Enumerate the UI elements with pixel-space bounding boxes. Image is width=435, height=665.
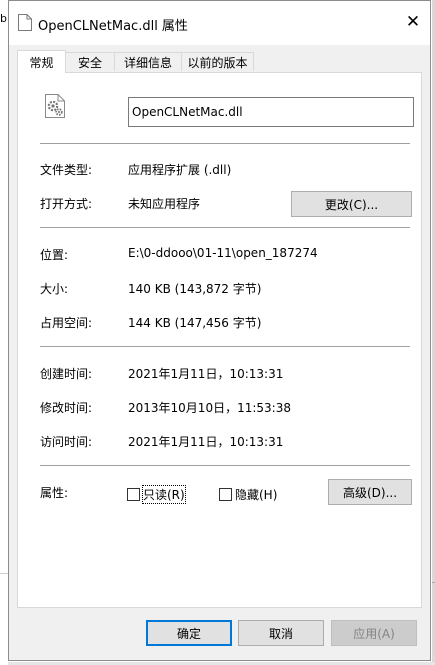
window-title: OpenCLNetMac.dll 属性 bbox=[38, 19, 188, 34]
size-label: 大小: bbox=[40, 282, 69, 296]
tab-security[interactable]: 安全 bbox=[65, 52, 115, 71]
attributes-label: 属性: bbox=[40, 486, 69, 500]
properties-dialog: OpenCLNetMac.dll 属性 ✕ 常规 安全 详细信息 以前的版本 O… bbox=[8, 0, 431, 661]
file-type-value: 应用程序扩展 (.dll) bbox=[128, 163, 232, 177]
size-value: 140 KB (143,872 字节) bbox=[128, 282, 262, 296]
file-name-input[interactable] bbox=[128, 97, 414, 127]
apply-button[interactable]: 应用(A) bbox=[331, 620, 417, 646]
general-tab-panel: 文件类型: 应用程序扩展 (.dll) 打开方式: 未知应用程序 更改(C)..… bbox=[17, 72, 422, 608]
created-label: 创建时间: bbox=[40, 367, 93, 381]
tab-details[interactable]: 详细信息 bbox=[114, 52, 182, 71]
separator bbox=[40, 143, 410, 144]
background-divider bbox=[0, 573, 8, 574]
cancel-button[interactable]: 取消 bbox=[238, 620, 324, 646]
ok-button[interactable]: 确定 bbox=[146, 620, 232, 646]
separator bbox=[40, 465, 410, 466]
close-icon: ✕ bbox=[405, 11, 421, 32]
checkbox-box[interactable] bbox=[219, 488, 232, 501]
checkbox-box[interactable] bbox=[127, 488, 140, 501]
advanced-button[interactable]: 高级(D)... bbox=[328, 479, 412, 505]
size-on-disk-label: 占用空间: bbox=[40, 316, 93, 330]
accessed-label: 访问时间: bbox=[40, 435, 93, 449]
location-label: 位置: bbox=[40, 248, 69, 262]
readonly-label: 只读(R) bbox=[142, 485, 186, 504]
background-window-left-edge: b bbox=[0, 0, 8, 665]
tab-previous-versions[interactable]: 以前的版本 bbox=[181, 52, 254, 71]
size-on-disk-value: 144 KB (147,456 字节) bbox=[128, 316, 262, 330]
change-button[interactable]: 更改(C)... bbox=[291, 191, 412, 217]
opens-with-value: 未知应用程序 bbox=[128, 197, 201, 211]
readonly-checkbox[interactable]: 只读(R) bbox=[127, 485, 186, 504]
separator bbox=[40, 346, 410, 347]
modified-value: 2013年10月10日，11:53:38 bbox=[128, 401, 291, 415]
gear-file-icon bbox=[45, 94, 65, 118]
title-bar[interactable]: OpenCLNetMac.dll 属性 ✕ bbox=[9, 1, 430, 45]
background-window-text: b bbox=[0, 12, 7, 25]
close-button[interactable]: ✕ bbox=[402, 11, 424, 33]
separator bbox=[40, 227, 410, 228]
hidden-label: 隐藏(H) bbox=[235, 488, 278, 502]
tab-general[interactable]: 常规 bbox=[17, 50, 66, 73]
tab-label: 安全 bbox=[77, 55, 102, 70]
tab-label: 以前的版本 bbox=[187, 55, 248, 70]
created-value: 2021年1月11日，10:13:31 bbox=[128, 367, 284, 381]
tab-label: 常规 bbox=[29, 55, 54, 70]
opens-with-label: 打开方式: bbox=[40, 197, 93, 211]
hidden-checkbox[interactable]: 隐藏(H) bbox=[219, 486, 277, 503]
tab-label: 详细信息 bbox=[123, 55, 172, 70]
modified-label: 修改时间: bbox=[40, 401, 93, 415]
document-icon bbox=[18, 14, 32, 31]
location-value: E:\0-ddooo\01-11\open_187274 bbox=[128, 246, 318, 260]
file-type-label: 文件类型: bbox=[40, 163, 93, 177]
accessed-value: 2021年1月11日，10:13:31 bbox=[128, 435, 284, 449]
